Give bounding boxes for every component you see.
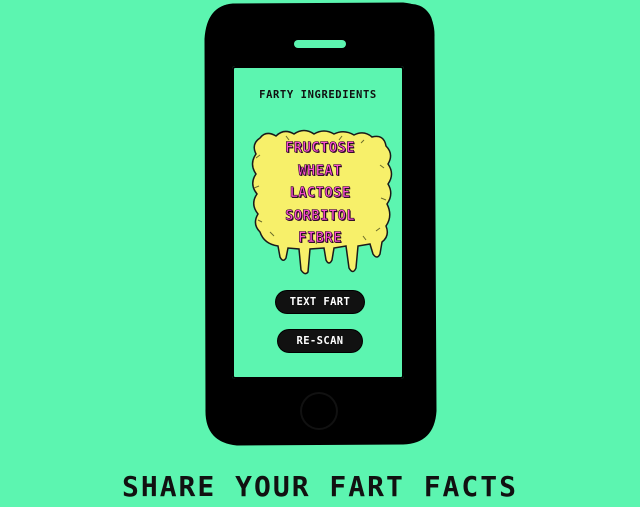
home-button[interactable] [302, 394, 336, 428]
phone-speaker [294, 40, 346, 48]
ingredient-item: SORBITOL [285, 207, 355, 224]
ingredients-list: FRUCTOSE WHEAT LACTOSE SORBITOL FIBRE [250, 137, 390, 250]
screen-title: FARTY INGREDIENTS [259, 89, 377, 101]
ingredient-item: FIBRE [298, 230, 342, 247]
rescan-button[interactable]: RE-SCAN [278, 330, 362, 352]
ingredient-item: WHEAT [298, 162, 342, 179]
ingredient-item: FRUCTOSE [285, 140, 355, 157]
ingredient-item: LACTOSE [289, 185, 351, 202]
tagline: SHARE YOUR FART FACTS [121, 470, 518, 503]
promo-illustration: FARTY INGREDIENTS FRUCTOSE WHEAT LACTOSE… [0, 0, 640, 507]
text-fart-button[interactable]: TEXT FART [276, 291, 364, 313]
